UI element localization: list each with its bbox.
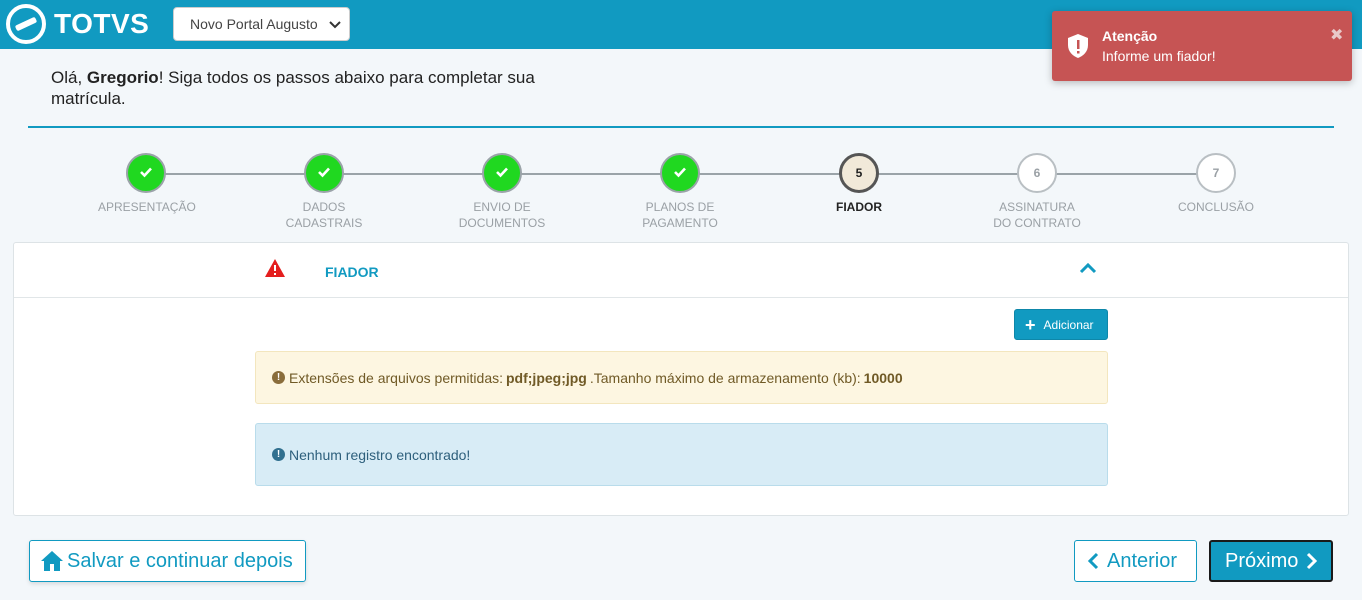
step-label: ASSINATURA DO CONTRATO [993, 200, 1081, 230]
step-4-circle [660, 153, 700, 193]
brand-name: TOTVS [54, 8, 150, 39]
exclamation-circle-icon: ! [272, 371, 285, 384]
file-extension-alert: ! Extensões de arquivos permitidas: pdf;… [255, 351, 1108, 404]
step-label: FIADOR [836, 200, 882, 214]
header-divider [28, 126, 1334, 128]
step-5: 5 FIADOR [779, 153, 939, 215]
shield-alert-icon [1068, 34, 1088, 58]
step-6-circle: 6 [1017, 153, 1057, 193]
step-number: 5 [855, 166, 863, 180]
step-7-circle: 7 [1196, 153, 1236, 193]
totvs-logo[interactable]: TOTVS [6, 4, 149, 44]
toast-title: Atenção [1102, 28, 1158, 44]
step-label: ENVIO DE DOCUMENTOS [458, 200, 546, 230]
chevron-left-icon [1087, 552, 1099, 570]
no-records-alert: ! Nenhum registro encontrado! [255, 423, 1108, 486]
step-1-circle [126, 153, 166, 193]
chevron-right-icon [1307, 552, 1318, 570]
step-3-circle [482, 153, 522, 193]
greeting-text: Olá, Gregorio! Siga todos os passos abai… [51, 67, 551, 109]
info-circle-icon: ! [272, 448, 285, 461]
toast-close-icon[interactable]: ✖ [1330, 25, 1343, 45]
allowed-extensions: pdf;jpeg;jpg [506, 369, 587, 386]
warn-text-prefix: Extensões de arquivos permitidas: [289, 369, 503, 386]
checkmark-icon [673, 166, 687, 181]
toast-message: Informe um fiador! [1102, 48, 1216, 64]
max-size: 10000 [863, 369, 903, 386]
step-7: 7 CONCLUSÃO [1136, 153, 1296, 215]
warning-toast: Atenção Informe um fiador! ✖ [1052, 11, 1352, 81]
step-6: 6 ASSINATURA DO CONTRATO [957, 153, 1117, 231]
fiador-panel-header[interactable]: FIADOR [14, 243, 1348, 298]
add-button-label: Adicionar [1043, 317, 1094, 332]
step-label: PLANOS DE PAGAMENTO [642, 200, 718, 230]
checkmark-icon [495, 166, 509, 181]
step-label: DADOS CADASTRAIS [285, 200, 363, 230]
user-name: Gregorio [86, 68, 159, 87]
checkmark-icon [317, 166, 331, 181]
portal-select[interactable]: Novo Portal Augusto [173, 7, 350, 41]
chevron-up-icon[interactable] [1079, 261, 1097, 275]
panel-title: FIADOR [325, 264, 379, 280]
totvs-logo-icon [6, 4, 46, 44]
save-button-label: Salvar e continuar depois [67, 549, 293, 572]
next-button[interactable]: Próximo [1209, 540, 1333, 582]
add-fiador-button[interactable]: + Adicionar [1014, 309, 1108, 340]
step-number: 7 [1212, 166, 1220, 180]
step-3: ENVIO DE DOCUMENTOS [422, 153, 582, 231]
home-icon [41, 551, 63, 571]
step-2: DADOS CADASTRAIS [244, 153, 404, 231]
warning-triangle-icon [265, 259, 285, 277]
step-label: APRESENTAÇÃO [98, 200, 196, 214]
plus-icon: + [1025, 314, 1036, 335]
step-label: CONCLUSÃO [1177, 200, 1254, 214]
portal-select-value: Novo Portal Augusto [190, 16, 318, 32]
previous-button-label: Anterior [1107, 549, 1178, 572]
greeting-prefix: Olá, [51, 68, 87, 87]
step-2-circle [304, 153, 344, 193]
chevron-down-icon [329, 21, 341, 29]
step-4: PLANOS DE PAGAMENTO [600, 153, 760, 231]
info-text: Nenhum registro encontrado! [289, 446, 471, 463]
checkmark-icon [139, 166, 153, 181]
warn-text-middle: .Tamanho máximo de armazenamento (kb): [589, 369, 861, 386]
step-5-circle: 5 [839, 153, 879, 193]
next-button-label: Próximo [1225, 549, 1299, 572]
step-number: 6 [1033, 166, 1041, 180]
previous-button[interactable]: Anterior [1074, 540, 1197, 582]
step-1: APRESENTAÇÃO [66, 153, 226, 215]
fiador-panel: FIADOR + Adicionar ! Extensões de arquiv… [13, 242, 1349, 516]
save-continue-later-button[interactable]: Salvar e continuar depois [29, 540, 306, 582]
